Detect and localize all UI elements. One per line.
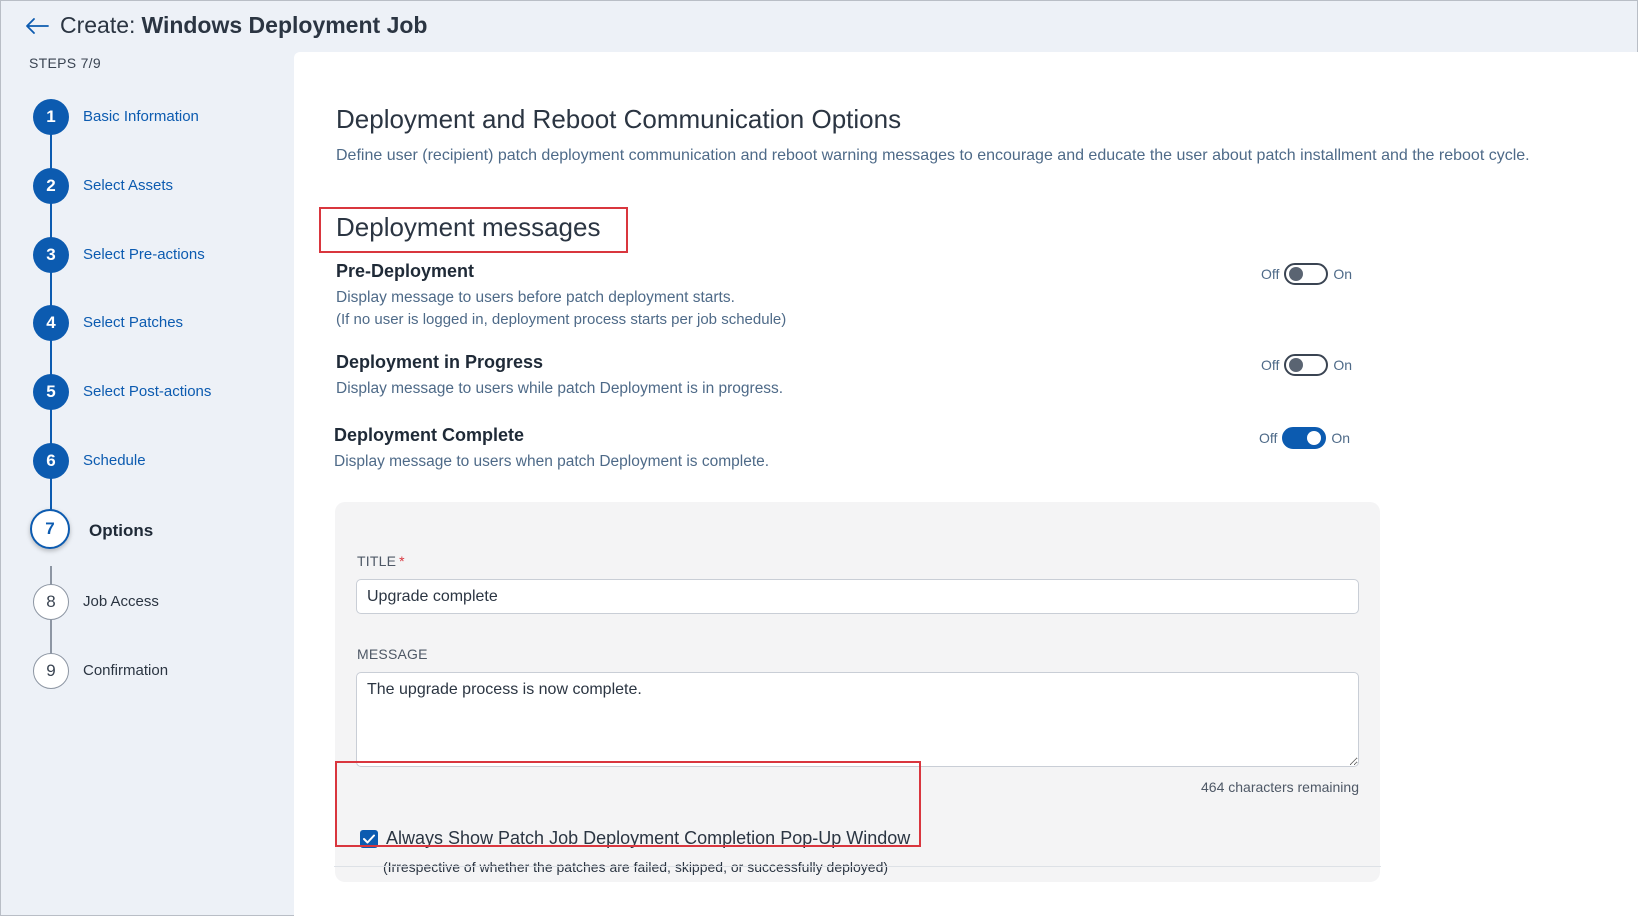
toggle-on-label: On [1333, 266, 1353, 282]
step-select-patches[interactable]: 4 Select Patches [33, 305, 293, 345]
title-input[interactable] [356, 579, 1359, 614]
characters-remaining: 464 characters remaining [1201, 779, 1359, 795]
page-title: Create: Windows Deployment Job [60, 12, 427, 39]
step-schedule[interactable]: 6 Schedule [33, 443, 293, 483]
message-textarea[interactable]: The upgrade process is now complete. [356, 672, 1359, 767]
step-basic-information[interactable]: 1 Basic Information [33, 99, 293, 139]
page-title-name: Windows Deployment Job [141, 12, 428, 38]
toggle-off-label: Off [1259, 430, 1278, 446]
title-field-label: TITLE * [357, 553, 405, 569]
option-description: Display message to users when patch Depl… [334, 453, 770, 470]
section-title: Deployment and Reboot Communication Opti… [336, 104, 902, 134]
message-field-label: MESSAGE [357, 646, 428, 662]
step-confirmation[interactable]: 9 Confirmation [33, 653, 293, 693]
option-description: Display message to users while patch Dep… [336, 380, 784, 397]
deployment-complete-toggle[interactable] [1282, 427, 1327, 449]
step-select-pre-actions[interactable]: 3 Select Pre-actions [33, 237, 293, 277]
option-title-deployment-complete: Deployment Complete [334, 425, 525, 445]
wizard-stepper: 1 Basic Information 2 Select Assets 3 Se… [0, 90, 300, 730]
step-select-post-actions[interactable]: 5 Select Post-actions [33, 374, 293, 414]
step-job-access[interactable]: 8 Job Access [33, 584, 293, 624]
toggle-knob [1307, 431, 1322, 445]
option-note: (If no user is logged in, deployment pro… [336, 311, 787, 328]
option-title-deployment-in-progress: Deployment in Progress [336, 352, 544, 372]
subsection-title: Deployment messages [336, 212, 601, 242]
page-title-prefix: Create: [60, 12, 136, 38]
step-number: 5 [33, 374, 69, 410]
toggle-on-label: On [1331, 430, 1351, 446]
toggle-knob [1289, 267, 1304, 281]
page-header: Create: Windows Deployment Job [0, 0, 1638, 52]
toggle-off-label: Off [1261, 357, 1280, 373]
back-arrow-icon[interactable] [24, 14, 50, 38]
highlight-box [335, 761, 921, 847]
step-options[interactable]: 7 Options [30, 509, 293, 552]
toggle-knob [1289, 358, 1304, 372]
required-marker: * [399, 553, 405, 569]
deployment-in-progress-toggle-group: Off On [1261, 353, 1371, 377]
main-panel: Deployment and Reboot Communication Opti… [294, 52, 1638, 916]
step-number: 3 [33, 237, 69, 273]
step-number: 7 [30, 509, 70, 549]
step-number: 8 [33, 584, 69, 620]
always-show-popup-note: (Irrespective of whether the patches are… [383, 859, 889, 875]
step-label: Select Pre-actions [83, 246, 205, 263]
step-label: Schedule [83, 452, 146, 469]
option-title-pre-deployment: Pre-Deployment [336, 261, 475, 281]
step-label: Confirmation [83, 662, 169, 679]
step-select-assets[interactable]: 2 Select Assets [33, 168, 293, 208]
step-number: 6 [33, 443, 69, 479]
toggle-on-label: On [1333, 357, 1353, 373]
deployment-in-progress-toggle[interactable] [1284, 354, 1329, 376]
step-label: Select Post-actions [83, 383, 212, 400]
step-label: Select Assets [83, 177, 174, 194]
pre-deployment-toggle[interactable] [1284, 263, 1329, 285]
deployment-complete-toggle-group: Off On [1259, 426, 1369, 450]
step-number: 1 [33, 99, 69, 135]
steps-counter: STEPS 7/9 [29, 55, 101, 71]
step-number: 4 [33, 305, 69, 341]
step-label: Basic Information [83, 108, 199, 125]
step-label: Options [89, 521, 154, 540]
step-number: 2 [33, 168, 69, 204]
title-label-text: TITLE [357, 553, 397, 569]
step-label: Select Patches [83, 314, 184, 331]
toggle-off-label: Off [1261, 266, 1280, 282]
step-number: 9 [33, 653, 69, 689]
step-label: Job Access [83, 593, 159, 610]
divider [334, 866, 1381, 867]
section-description: Define user (recipient) patch deployment… [336, 147, 1530, 164]
pre-deployment-toggle-group: Off On [1261, 262, 1371, 286]
option-description: Display message to users before patch de… [336, 289, 735, 306]
